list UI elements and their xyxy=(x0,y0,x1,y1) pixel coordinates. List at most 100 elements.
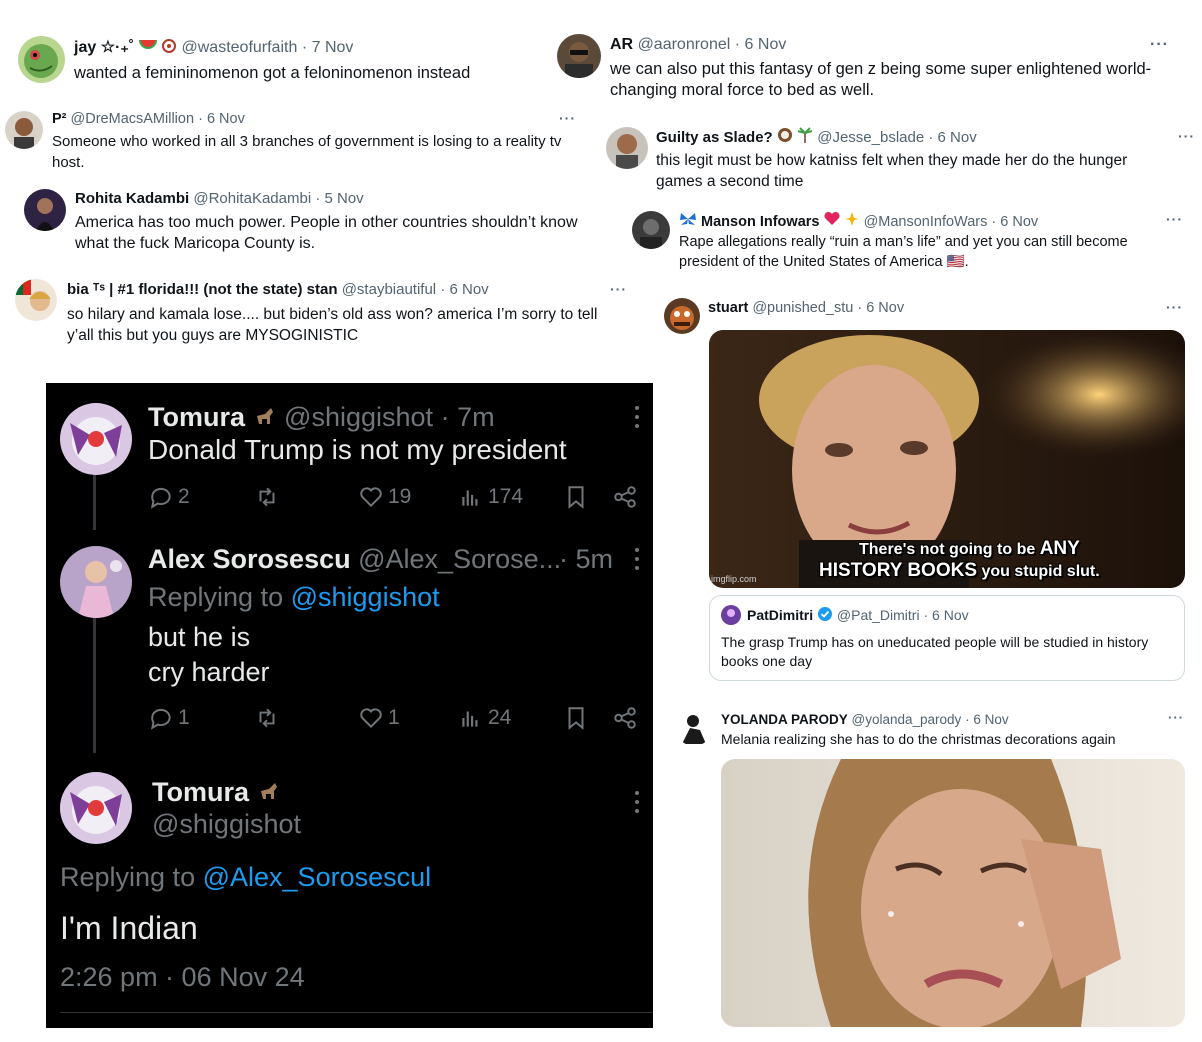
repost-button[interactable] xyxy=(254,705,280,731)
bookmark-icon xyxy=(568,707,584,730)
more-options-icon[interactable] xyxy=(635,791,639,818)
author-name[interactable]: P² xyxy=(52,111,67,127)
meme-image[interactable]: There's not going to be ANY HISTORY BOOK… xyxy=(709,330,1185,588)
tweet-text-line2: cry harder xyxy=(148,657,270,687)
author-name[interactable]: bia ᵀˢ | #1 florida!!! (not the state) s… xyxy=(67,281,338,298)
goat-icon xyxy=(253,403,277,435)
goat-icon xyxy=(257,778,281,810)
bookmark-button[interactable] xyxy=(563,705,589,731)
author-handle[interactable]: @aaronronel xyxy=(638,36,731,53)
author-handle[interactable]: @punished_stu xyxy=(752,300,853,316)
tweet-time[interactable]: 7m xyxy=(457,402,495,432)
replying-to-link[interactable]: @shiggishot xyxy=(291,582,440,612)
avatar[interactable] xyxy=(15,279,57,321)
quoted-date[interactable]: 6 Nov xyxy=(932,607,969,623)
author-handle[interactable]: @Alex_Sorose... xyxy=(358,544,561,574)
tweet-image[interactable] xyxy=(721,759,1185,1027)
author-name[interactable]: Rohita Kadambi xyxy=(75,190,189,207)
author-handle[interactable]: @DreMacsAMillion xyxy=(71,111,195,127)
butterfly-icon xyxy=(679,212,697,232)
more-options-icon[interactable]: ··· xyxy=(559,110,576,126)
tweet-date[interactable]: 6 Nov xyxy=(207,111,245,127)
quoted-author-name[interactable]: PatDimitri xyxy=(747,607,813,623)
tweet-time[interactable]: 5m xyxy=(576,544,614,574)
meme-caption-line2: HISTORY BOOKS xyxy=(819,560,978,581)
avatar[interactable] xyxy=(632,211,670,249)
avatar[interactable] xyxy=(24,189,66,231)
tweet-text: so hilary and kamala lose.... but biden’… xyxy=(67,306,598,344)
views-button[interactable]: 174 xyxy=(458,484,523,510)
more-options-icon[interactable]: ··· xyxy=(1178,128,1195,144)
avatar[interactable] xyxy=(60,403,132,475)
author-handle[interactable]: @shiggishot xyxy=(152,808,301,840)
quoted-tweet[interactable]: PatDimitri @Pat_Dimitri · 6 Nov The gras… xyxy=(709,595,1185,681)
tweet-date[interactable]: 6 Nov xyxy=(450,281,489,298)
reply-button[interactable]: 2 xyxy=(148,484,190,510)
meme-caption-line1: There's not going to be xyxy=(859,541,1036,558)
bookmark-button[interactable] xyxy=(563,484,589,510)
more-options-icon[interactable]: ··· xyxy=(1150,36,1169,54)
share-button[interactable] xyxy=(612,705,638,731)
author-handle[interactable]: @RohitaKadambi xyxy=(193,190,311,207)
author-name[interactable]: stuart xyxy=(708,300,748,316)
author-name[interactable]: YOLANDA PARODY xyxy=(721,712,848,727)
verified-badge-icon xyxy=(817,606,833,627)
palm-tree-icon xyxy=(797,127,813,149)
author-handle[interactable]: @shiggishot xyxy=(284,402,433,432)
author-name[interactable]: AR xyxy=(610,36,633,53)
views-button[interactable]: 24 xyxy=(458,705,511,731)
bell-icon xyxy=(161,37,177,59)
avatar[interactable] xyxy=(676,710,712,746)
more-options-icon[interactable]: ··· xyxy=(1168,710,1184,725)
avatar[interactable] xyxy=(60,546,132,618)
more-options-icon[interactable] xyxy=(635,548,639,575)
share-icon xyxy=(614,707,636,729)
tweet-text: this legit must be how katniss felt when… xyxy=(656,152,1128,190)
quoted-author-handle[interactable]: @Pat_Dimitri xyxy=(837,607,920,623)
author-handle[interactable]: @wasteofurfaith xyxy=(182,39,298,56)
author-name[interactable]: jay ☆·₊˚ xyxy=(74,39,134,56)
more-options-icon[interactable] xyxy=(635,406,639,433)
avatar[interactable] xyxy=(664,298,700,334)
avatar[interactable] xyxy=(5,111,43,149)
tweet-date[interactable]: 6 Nov xyxy=(745,36,787,53)
tweet-date[interactable]: 5 Nov xyxy=(325,190,364,207)
author-name[interactable]: Tomura xyxy=(152,777,249,807)
author-name[interactable]: Alex Sorosescu xyxy=(148,544,351,574)
tweet-text: Rape allegations really “ruin a man’s li… xyxy=(679,234,1128,270)
avatar[interactable] xyxy=(557,34,601,78)
thread-line xyxy=(93,615,96,753)
dark-thread-panel: Tomura @shiggishot · 7m Donald Trump is … xyxy=(46,383,653,1028)
tweet-text: Melania realizing she has to do the chri… xyxy=(721,731,1116,747)
more-options-icon[interactable]: ··· xyxy=(1166,211,1183,227)
share-button[interactable] xyxy=(612,484,638,510)
more-options-icon[interactable]: ··· xyxy=(1166,299,1183,315)
like-button[interactable]: 1 xyxy=(358,705,400,731)
repost-icon xyxy=(259,708,275,728)
tweet-date[interactable]: 6 Nov xyxy=(866,300,904,316)
author-handle[interactable]: @Jesse_bslade xyxy=(817,129,924,146)
more-options-icon[interactable]: ··· xyxy=(610,281,627,297)
author-handle[interactable]: @MansonInfoWars xyxy=(864,214,988,230)
tweet-date[interactable]: 7 Nov xyxy=(312,39,354,56)
author-handle[interactable]: @staybiautiful xyxy=(342,281,436,298)
author-name[interactable]: Manson Infowars xyxy=(701,214,819,230)
avatar[interactable] xyxy=(721,605,741,625)
tweet-text: Someone who worked in all 3 branches of … xyxy=(52,133,562,171)
tweet-date[interactable]: 6 Nov xyxy=(938,129,977,146)
author-name[interactable]: Tomura xyxy=(148,402,245,432)
reply-button[interactable]: 1 xyxy=(148,705,190,731)
replying-to-link[interactable]: @Alex_Sorosescul xyxy=(203,862,432,892)
tweet-timestamp[interactable]: 2:26 pm · 06 Nov 24 xyxy=(60,961,305,993)
tweet-date[interactable]: 6 Nov xyxy=(973,712,1008,727)
avatar[interactable] xyxy=(60,772,132,844)
author-handle[interactable]: @yolanda_parody xyxy=(852,712,962,727)
tweet-date[interactable]: 6 Nov xyxy=(1000,214,1038,230)
avatar[interactable] xyxy=(18,36,65,83)
avatar[interactable] xyxy=(606,127,648,169)
like-button[interactable]: 19 xyxy=(358,484,411,510)
quoted-text: The grasp Trump has on uneducated people… xyxy=(721,634,1149,669)
repost-button[interactable] xyxy=(254,484,280,510)
author-name[interactable]: Guilty as Slade? xyxy=(656,129,773,146)
thread-line xyxy=(93,468,96,530)
